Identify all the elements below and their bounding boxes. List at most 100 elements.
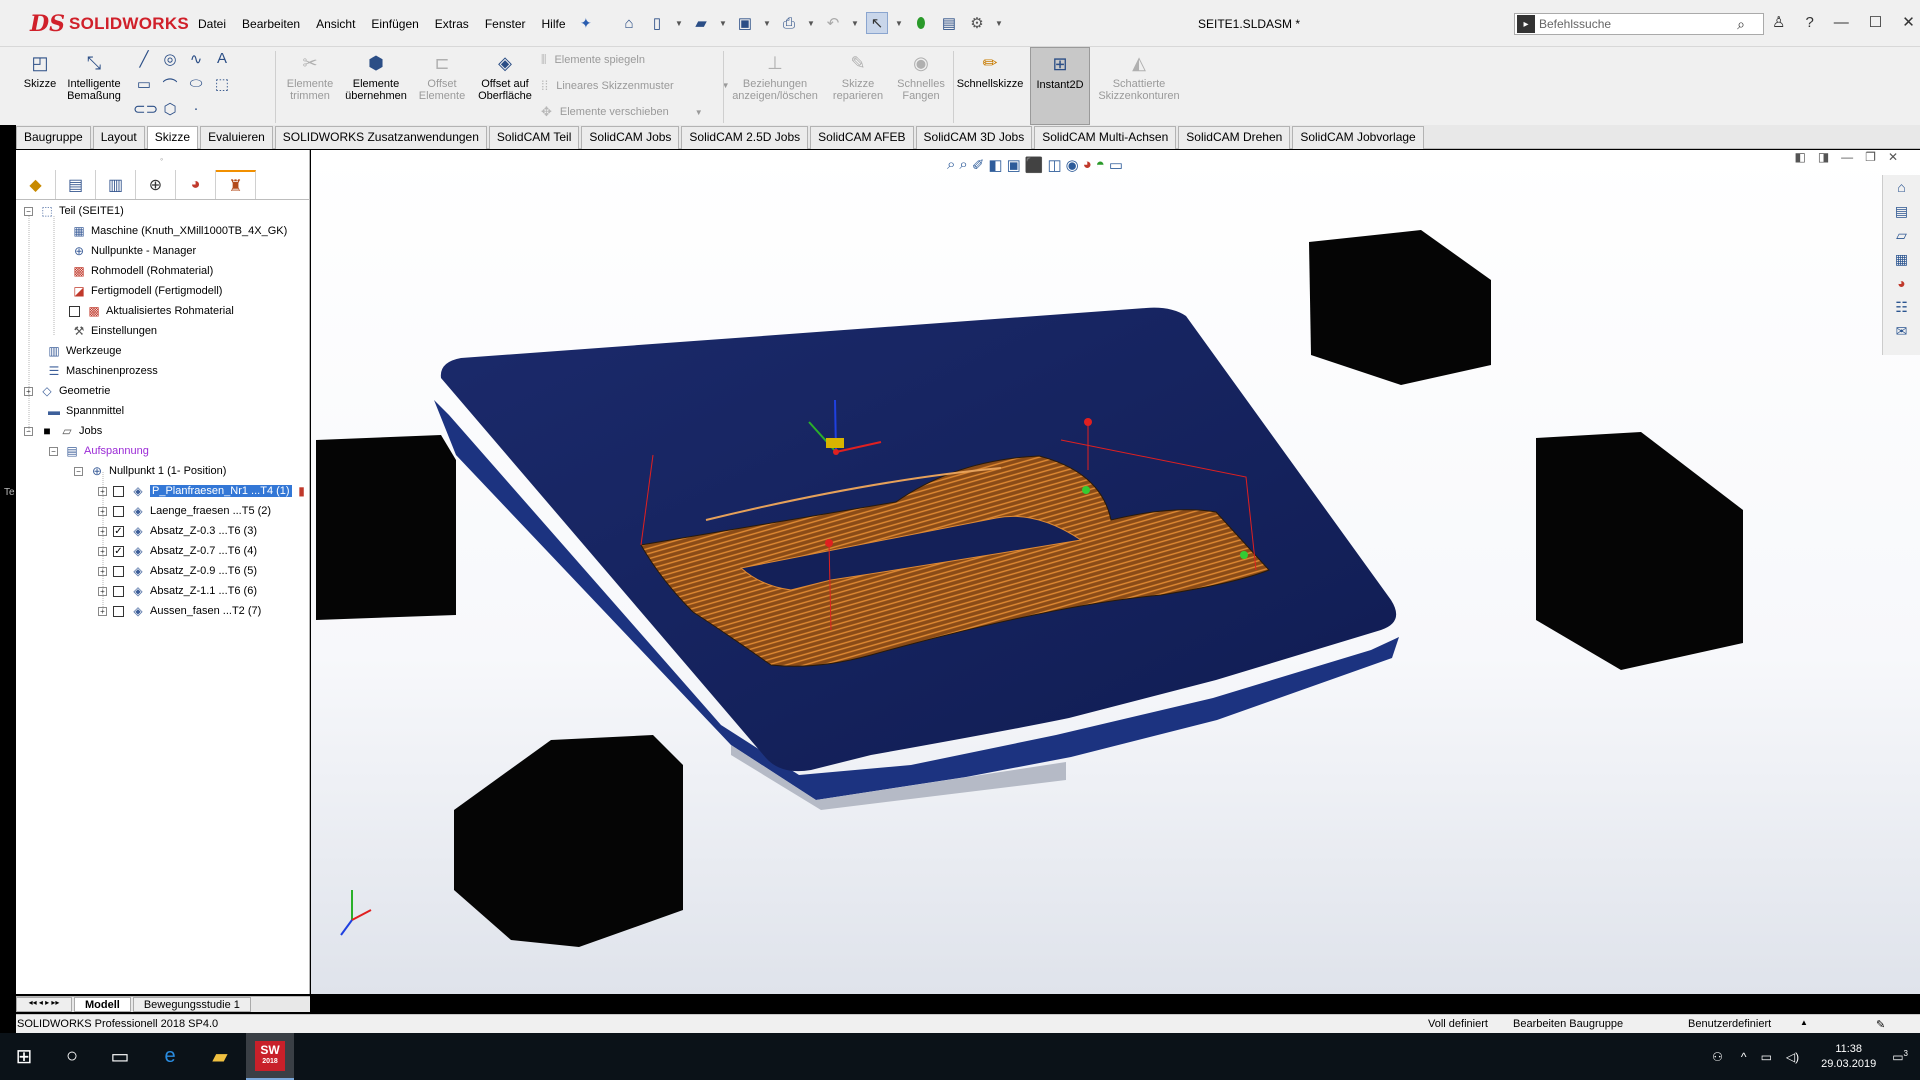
status-units[interactable]: Benutzerdefiniert — [1688, 1018, 1771, 1030]
smart-dimension-button[interactable]: ⤡ Intelligente Bemaßung — [62, 47, 126, 125]
tab-scroll-arrows-icon[interactable]: ◂◂ ◂ ▸ ▸▸ — [16, 997, 72, 1012]
shaded-sketch-contours-button[interactable]: ◭ Schattierte Skizzenkonturen — [1093, 47, 1185, 125]
minimize-icon[interactable]: — — [1834, 14, 1849, 31]
tab-evaluieren[interactable]: Evaluieren — [200, 126, 273, 149]
menu-einfuegen[interactable]: Einfügen — [363, 15, 426, 33]
home-icon[interactable]: ⌂ — [618, 12, 640, 34]
menu-datei[interactable]: Datei — [190, 15, 234, 33]
arc-icon[interactable]: ⌒ — [159, 75, 181, 96]
new-document-icon[interactable]: ▯ — [646, 12, 668, 34]
tab-solidcam-teil[interactable]: SolidCAM Teil — [488, 126, 580, 149]
clock[interactable]: 11:38 29.03.2019 — [1821, 1042, 1876, 1072]
undo-dropdown-icon[interactable]: ▼ — [850, 12, 860, 34]
units-up-arrow-icon[interactable]: ▲ — [1800, 1018, 1808, 1027]
circle-icon[interactable]: ◎ — [159, 50, 181, 68]
pin-menu-icon[interactable]: ✦ — [580, 15, 592, 32]
user-icon[interactable]: ♙ — [1772, 13, 1785, 31]
file-properties-icon[interactable]: ▤ — [938, 12, 960, 34]
mirror-entities-button[interactable]: ⫴ Elemente spiegeln — [541, 52, 645, 68]
view-palette-icon[interactable]: ▦ — [1891, 251, 1913, 271]
custom-properties-icon[interactable]: ☷ — [1891, 299, 1913, 319]
tab-solidcam-drehen[interactable]: SolidCAM Drehen — [1178, 126, 1291, 149]
tab-solidcam-jobvorlage[interactable]: SolidCAM Jobvorlage — [1292, 126, 1424, 149]
new-dropdown-icon[interactable]: ▼ — [674, 12, 684, 34]
forum-icon[interactable]: ✉ — [1891, 323, 1913, 343]
tab-solidcam-3d-jobs[interactable]: SolidCAM 3D Jobs — [915, 126, 1033, 149]
search-mode-icon[interactable]: ▸ — [1517, 15, 1535, 33]
help-icon[interactable]: ? — [1805, 14, 1813, 31]
solidworks-resources-icon[interactable]: ⌂ — [1891, 179, 1913, 199]
design-library-icon[interactable]: ▤ — [1891, 203, 1913, 223]
menu-ansicht[interactable]: Ansicht — [308, 15, 363, 33]
convert-entities-button[interactable]: ⬢ Elemente übernehmen — [342, 47, 410, 125]
close-icon[interactable]: ✕ — [1902, 13, 1915, 31]
trim-entities-button[interactable]: ✂ Elemente trimmen — [280, 47, 340, 125]
offset-entities-button[interactable]: ⊏ Offset Elemente — [414, 47, 470, 125]
notification-center-icon[interactable]: ▭3 — [1892, 1049, 1908, 1064]
options-dropdown-icon[interactable]: ▼ — [994, 12, 1004, 34]
move-dropdown-icon[interactable]: ▼ — [695, 108, 703, 117]
line-icon[interactable]: ╱ — [133, 50, 155, 68]
edge-browser-icon[interactable]: e — [146, 1033, 194, 1080]
search-icon[interactable]: ⌕ — [1737, 16, 1745, 33]
dimxpert-tab-icon[interactable]: ⊕ — [136, 170, 176, 199]
displaymanager-tab-icon[interactable]: ◕ — [176, 170, 216, 199]
propertymanager-tab-icon[interactable]: ▤ — [56, 170, 96, 199]
instant2d-button[interactable]: ⊞ Instant2D — [1030, 47, 1090, 125]
ellipse-icon[interactable]: ⬭ — [185, 75, 207, 96]
slot-icon[interactable]: ⊂⊃ — [133, 100, 158, 118]
tab-zusatzanwendungen[interactable]: SOLIDWORKS Zusatzanwendungen — [274, 126, 487, 149]
file-explorer-icon[interactable]: ▱ — [1891, 227, 1913, 247]
quick-snaps-button[interactable]: ◉ Schnelles Fangen — [893, 47, 949, 125]
print-dropdown-icon[interactable]: ▼ — [806, 12, 816, 34]
configurationmanager-tab-icon[interactable]: ▥ — [96, 170, 136, 199]
undo-icon[interactable]: ↶ — [822, 12, 844, 34]
open-folder-icon[interactable]: ▰ — [690, 12, 712, 34]
menu-extras[interactable]: Extras — [427, 15, 477, 33]
open-dropdown-icon[interactable]: ▼ — [718, 12, 728, 34]
maximize-icon[interactable]: ☐ — [1869, 13, 1882, 31]
panel-splitter-handle[interactable]: ◦ — [160, 154, 163, 164]
3d-model-view[interactable] — [311, 150, 1920, 994]
offset-on-surface-button[interactable]: ◈ Offset auf Oberfläche — [472, 47, 538, 125]
command-search-field[interactable]: ▸ Befehlssuche ⌕ — [1514, 13, 1764, 35]
polygon-icon[interactable]: ⬡ — [159, 100, 181, 118]
options-gear-icon[interactable]: ⚙ — [966, 12, 988, 34]
tooltip-toggle-icon[interactable]: ✎ — [1876, 1018, 1885, 1031]
solidcam-manager-tab-icon[interactable]: ♜ — [216, 170, 256, 199]
tab-solidcam-multi-achsen[interactable]: SolidCAM Multi-Achsen — [1034, 126, 1177, 149]
traffic-light-icon[interactable]: ⬮ — [910, 12, 932, 34]
print-icon[interactable]: ⎙ — [778, 12, 800, 34]
people-icon[interactable]: ⚇ — [1712, 1050, 1723, 1064]
solidworks-logo[interactable]: DS SOLIDWORKS — [30, 10, 189, 38]
file-explorer-icon[interactable]: ▰ — [196, 1033, 244, 1080]
solidworks-taskbar-icon[interactable]: SW 2018 — [246, 1033, 294, 1080]
volume-icon[interactable]: ◁) — [1786, 1050, 1799, 1064]
windows-start-icon[interactable]: ⊞ — [0, 1033, 48, 1080]
linear-pattern-button[interactable]: ⁞⁞ Lineares Skizzenmuster ▼ — [541, 78, 730, 93]
menu-hilfe[interactable]: Hilfe — [534, 15, 574, 33]
move-entities-button[interactable]: ✥ Elemente verschieben ▼ — [541, 104, 703, 120]
point-icon[interactable]: · — [185, 100, 207, 118]
rectangle-icon[interactable]: ▭ — [133, 75, 155, 96]
task-view-icon[interactable]: ▭ — [96, 1033, 144, 1080]
tab-baugruppe[interactable]: Baugruppe — [16, 126, 91, 149]
search-circle-icon[interactable]: ○ — [48, 1033, 96, 1080]
appearances-icon[interactable]: ◕ — [1891, 275, 1913, 295]
tab-bewegungsstudie[interactable]: Bewegungsstudie 1 — [132, 997, 251, 1012]
tab-solidcam-afeb[interactable]: SolidCAM AFEB — [810, 126, 914, 149]
skizze-button[interactable]: ◰ Skizze — [20, 47, 60, 125]
display-relations-button[interactable]: ⊥ Beziehungen anzeigen/löschen — [727, 47, 823, 125]
rapid-sketch-button[interactable]: ✏ Schnellskizze — [957, 47, 1024, 125]
save-dropdown-icon[interactable]: ▼ — [762, 12, 772, 34]
graphics-viewport[interactable]: ⌕ ⌕ ✐ ◧ ▣ ⬛ ◫ ◉ ◕ ◓ ▭ ◧ ◨ — ❐ ✕ — [311, 150, 1920, 994]
menu-fenster[interactable]: Fenster — [477, 15, 534, 33]
text-icon[interactable]: A — [211, 50, 233, 68]
repair-sketch-button[interactable]: ✎ Skizze reparieren — [828, 47, 888, 125]
fillet-icon[interactable]: ⬚ — [211, 75, 233, 96]
featuremanager-tab-icon[interactable]: ◆ — [16, 170, 56, 199]
tab-skizze[interactable]: Skizze — [146, 126, 199, 149]
select-dropdown-icon[interactable]: ▼ — [894, 12, 904, 34]
tab-solidcam-25d-jobs[interactable]: SolidCAM 2.5D Jobs — [681, 126, 809, 149]
tab-solidcam-jobs[interactable]: SolidCAM Jobs — [581, 126, 680, 149]
